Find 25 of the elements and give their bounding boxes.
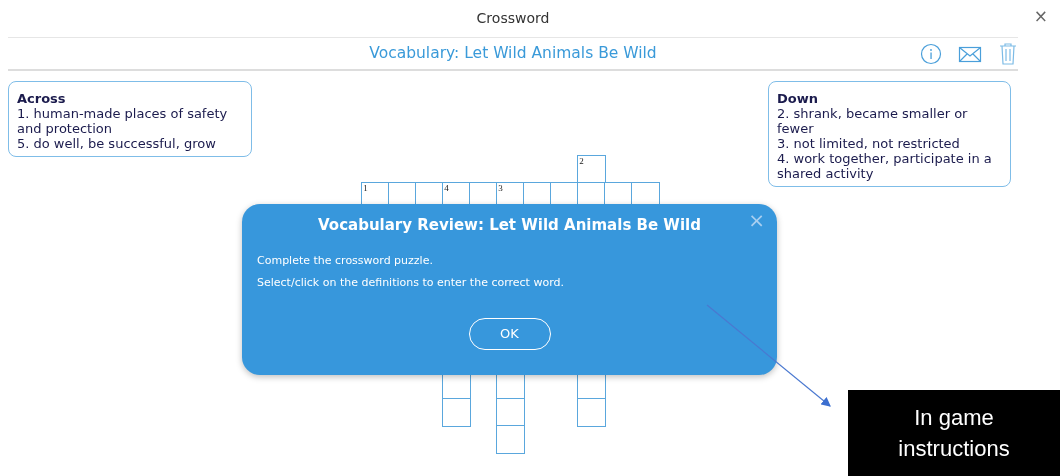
trash-icon[interactable]	[998, 42, 1018, 66]
clue-text[interactable]: 5. do well, be successful, grow	[17, 136, 243, 151]
clue-number: 2	[579, 156, 584, 167]
clues-heading: Down	[777, 91, 819, 106]
close-button[interactable]: ×	[1029, 6, 1052, 26]
clue-number: 3	[498, 183, 503, 194]
clue-number: 4	[444, 183, 449, 194]
instruction-text: Select/click on the definitions to enter the correct word.	[257, 276, 565, 290]
puzzle-cell[interactable]	[496, 398, 525, 427]
info-icon[interactable]	[920, 42, 942, 66]
puzzle-title: Vocabulary: Let Wild Animals Be Wild	[369, 42, 657, 64]
clues-heading: Across	[17, 91, 67, 106]
puzzle-cell[interactable]	[577, 398, 606, 427]
puzzle-cell[interactable]: 2	[577, 155, 606, 184]
instruction-text: Complete the crossword puzzle.	[257, 254, 434, 268]
clue-text[interactable]: 1. human-made places of safety and protection	[17, 106, 243, 136]
puzzle-cell[interactable]	[496, 425, 525, 454]
dialog-title: Vocabulary Review: Let Wild Animals Be Wild	[318, 216, 701, 234]
clue-text[interactable]: 4. work together, participate in a shared activity	[777, 151, 1002, 181]
clue-number: 1	[363, 183, 368, 194]
window-title: Crossword	[476, 9, 550, 28]
clue-text[interactable]: 2. shrank, became smaller or fewer	[777, 106, 1002, 136]
puzzle-cell[interactable]	[442, 398, 471, 427]
clue-text[interactable]: 3. not limited, not restricted	[777, 136, 1002, 151]
annotation-label: In game instructions	[848, 390, 1060, 476]
